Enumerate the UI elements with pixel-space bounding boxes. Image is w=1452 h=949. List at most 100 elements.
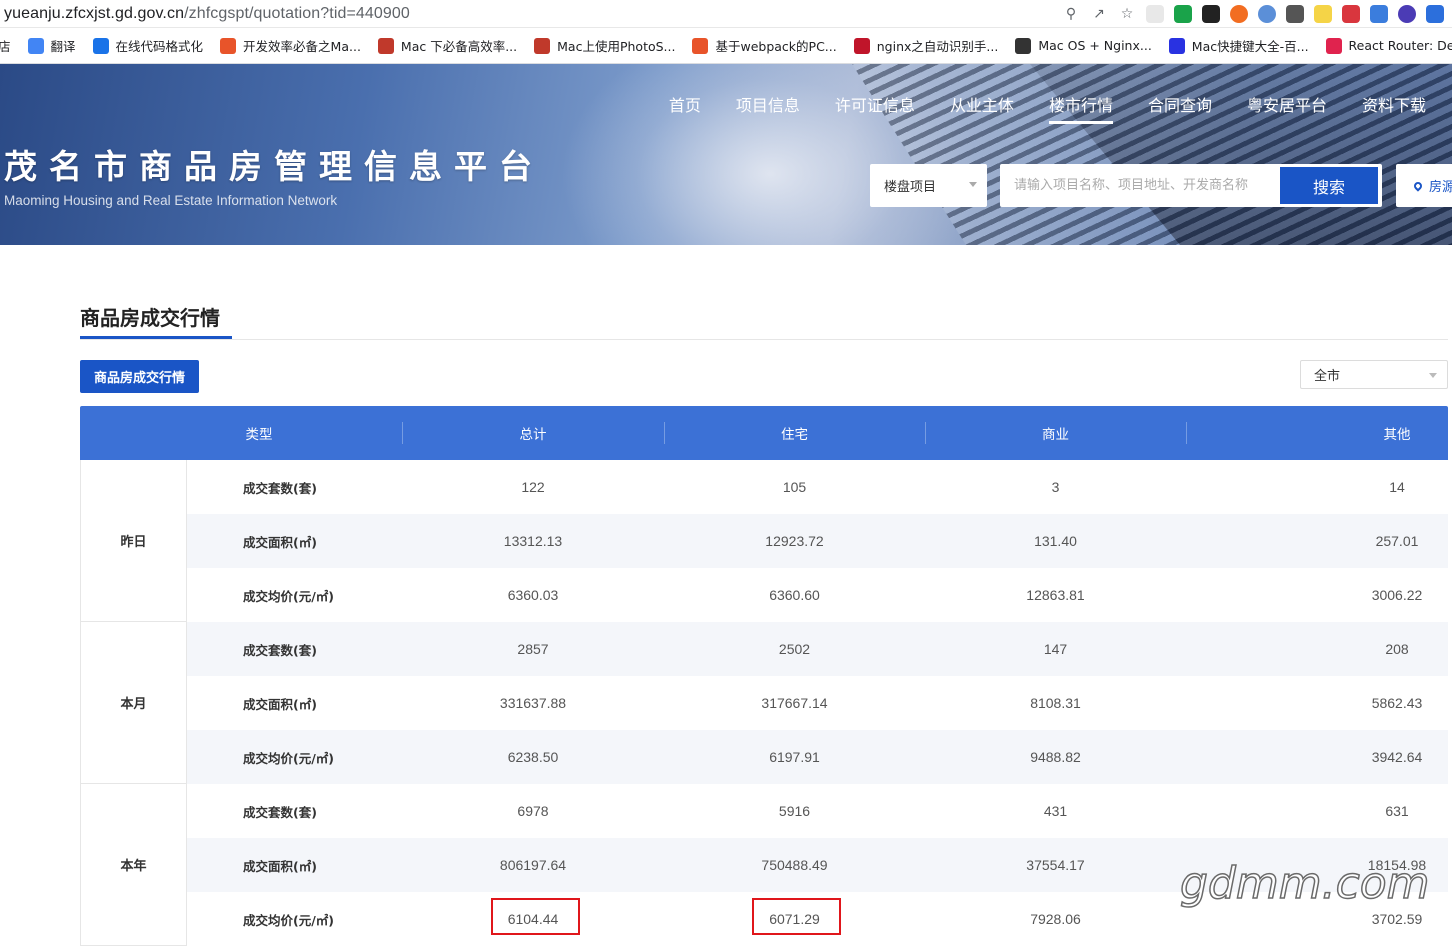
- table-row: 成交均价(元/㎡) 6238.50 6197.91 9488.82 3942.64: [187, 730, 1448, 784]
- location-pin-icon: [1412, 179, 1424, 192]
- bookmark-item[interactable]: Mac上使用PhotoS...: [534, 36, 675, 55]
- bookmark-item[interactable]: 店: [0, 36, 11, 55]
- transactions-table: 类型 总计 住宅 商业 其他 昨日 成交套数(套) 122 105 3 14 成交面积(㎡) 1331…: [80, 406, 1448, 946]
- period-label: 本月: [80, 622, 187, 784]
- column-header: 商业: [1042, 427, 1069, 443]
- extension-icon[interactable]: [1146, 5, 1164, 23]
- bookmark-label: React Router: Dec...: [1348, 38, 1452, 53]
- bookmark-label: Mac快捷键大全-百...: [1191, 39, 1309, 54]
- bookmark-item[interactable]: 翻译: [27, 36, 76, 55]
- address-bar[interactable]: yueanju.zfcxjst.gd.gov.cn/zhfcgspt/quota…: [0, 0, 1452, 28]
- site-subtitle: Maoming Housing and Real Estate Informat…: [4, 193, 338, 208]
- star-icon[interactable]: ☆: [1118, 5, 1136, 23]
- table-cell: 7928.06: [1030, 911, 1081, 927]
- url-text[interactable]: yueanju.zfcxjst.gd.gov.cn/zhfcgspt/quota…: [4, 5, 410, 23]
- table-cell: 3: [1051, 479, 1060, 495]
- table-cell: 9488.82: [1030, 749, 1081, 765]
- metric-label: 成交均价(元/㎡): [243, 912, 334, 928]
- zoom-icon[interactable]: ⚲: [1062, 5, 1080, 23]
- bookmark-label: 店: [0, 36, 11, 55]
- tab-commercial-housing[interactable]: 商品房成交行情: [80, 360, 199, 393]
- extension-edge-icon[interactable]: [1426, 5, 1444, 23]
- bookmark-favicon-icon: [1015, 37, 1032, 54]
- table-cell: 8108.31: [1030, 695, 1081, 711]
- house-source-label: 房源: [1429, 180, 1452, 195]
- nav-item[interactable]: 粤安居平台: [1247, 92, 1327, 124]
- column-header: 总计: [519, 427, 547, 443]
- table-row: 成交面积(㎡) 13312.13 12923.72 131.40 257.01: [187, 514, 1448, 568]
- table-cell: 6360.60: [769, 587, 820, 603]
- extension-dark-icon[interactable]: [1202, 5, 1220, 23]
- bookmark-item[interactable]: Mac快捷键大全-百...: [1168, 36, 1309, 55]
- column-separator: [664, 422, 665, 444]
- period-label: 本年: [80, 784, 187, 946]
- bookmark-label: Mac 下必备高效率...: [400, 39, 518, 54]
- table-cell: 3006.22: [1371, 587, 1423, 603]
- metric-label: 成交套数(套): [243, 480, 317, 496]
- extension-orange-icon[interactable]: [1230, 5, 1248, 23]
- bookmark-favicon-icon: [220, 37, 237, 54]
- nav-item[interactable]: 合同查询: [1148, 92, 1212, 124]
- nav-item[interactable]: 首页: [669, 92, 701, 124]
- table-row: 成交套数(套) 2857 2502 147 208: [187, 622, 1448, 676]
- nav-item[interactable]: 楼市行情: [1048, 92, 1113, 124]
- bookmark-item[interactable]: 基于webpack的PC...: [692, 36, 837, 55]
- table-cell: 147: [1043, 641, 1068, 657]
- table-cell: 750488.49: [761, 857, 828, 873]
- nav-item[interactable]: 项目信息: [736, 92, 800, 124]
- bookmark-item[interactable]: 在线代码格式化: [92, 36, 203, 55]
- bookmark-item[interactable]: Mac 下必备高效率...: [377, 36, 518, 55]
- table-cell: 14: [1389, 479, 1405, 495]
- bookmark-item[interactable]: nginx之自动识别手...: [853, 36, 998, 55]
- bookmark-favicon-icon: [377, 37, 394, 54]
- bookmark-favicon-icon: [92, 37, 109, 54]
- extension-shield-icon[interactable]: [1174, 5, 1192, 23]
- extension-red-icon[interactable]: [1342, 5, 1360, 23]
- bookmark-label: 开发效率必备之Ma...: [243, 39, 361, 54]
- table-cell: 131.40: [1034, 533, 1077, 549]
- search-button[interactable]: 搜索: [1280, 167, 1378, 204]
- table-cell: 208: [1385, 641, 1409, 657]
- column-separator: [402, 422, 403, 444]
- extension-badge-icon[interactable]: [1370, 5, 1388, 23]
- extension-yellow-icon[interactable]: [1314, 5, 1332, 23]
- city-select[interactable]: 全市: [1300, 360, 1448, 389]
- bookmark-label: 基于webpack的PC...: [715, 39, 837, 54]
- search-type-select[interactable]: 楼盘项目: [870, 164, 987, 207]
- bookmark-favicon-icon: [534, 37, 551, 54]
- nav-item[interactable]: 从业主体: [950, 92, 1014, 124]
- table-cell: 806197.64: [499, 857, 567, 873]
- bookmark-item[interactable]: Mac OS + Nginx...: [1015, 37, 1152, 54]
- table-cell: 37554.17: [1026, 857, 1085, 873]
- bookmark-favicon-icon: [1168, 37, 1185, 54]
- column-separator: [925, 422, 926, 444]
- share-icon[interactable]: ↗: [1090, 5, 1108, 23]
- nav-item[interactable]: 许可证信息: [835, 92, 915, 124]
- house-source-button[interactable]: 房源: [1396, 164, 1452, 207]
- bookmark-favicon-icon: [27, 37, 44, 54]
- table-cell: 122: [521, 479, 545, 495]
- bookmark-label: Mac OS + Nginx...: [1038, 38, 1152, 53]
- qr-code-icon[interactable]: [1286, 5, 1304, 23]
- bookmark-label: 翻译: [50, 39, 76, 54]
- extension-blue-icon[interactable]: [1258, 5, 1276, 23]
- bookmark-item[interactable]: 开发效率必备之Ma...: [220, 36, 361, 55]
- table-cell: 12923.72: [765, 533, 824, 549]
- nav-item[interactable]: 资料下载: [1362, 92, 1426, 124]
- bookmark-favicon-icon: [1325, 37, 1342, 54]
- table-cell: 317667.14: [761, 695, 828, 711]
- metric-label: 成交面积(㎡): [243, 858, 317, 874]
- table-cell: 6238.50: [507, 749, 559, 765]
- chevron-down-icon: [969, 182, 977, 187]
- table-cell: 5916: [778, 803, 811, 819]
- search-box: 搜索: [1000, 164, 1382, 207]
- extension-purple-icon[interactable]: [1398, 5, 1416, 23]
- period-label: 昨日: [80, 460, 187, 622]
- watermark: gdmm.com: [1179, 857, 1430, 910]
- column-header: 其他: [1383, 427, 1411, 443]
- bookmark-item[interactable]: React Router: Dec...: [1325, 37, 1452, 54]
- column-separator: [1186, 422, 1187, 444]
- search-input[interactable]: [1000, 164, 1280, 207]
- table-row: 成交套数(套) 6978 5916 431 631: [187, 784, 1448, 838]
- table-cell: 6360.03: [507, 587, 559, 603]
